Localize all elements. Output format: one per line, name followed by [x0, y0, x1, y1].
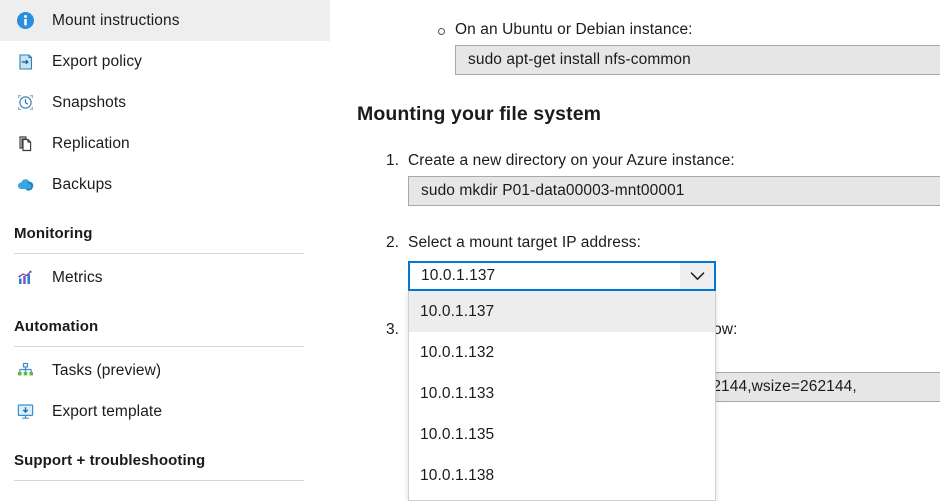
sidebar-item-backups[interactable]: Backups [0, 164, 330, 205]
sidebar-item-label: Replication [52, 135, 130, 153]
snapshot-clock-icon [14, 92, 36, 114]
dropdown-option[interactable]: 10.0.1.135 [409, 414, 715, 455]
sidebar-item-label: Tasks (preview) [52, 362, 161, 380]
sidebar-item-label: Metrics [52, 269, 103, 287]
hollow-bullet-icon [438, 28, 445, 35]
sidebar-section-automation: Automation [0, 304, 330, 340]
combobox-selected-value: 10.0.1.137 [410, 263, 680, 289]
sidebar-section-monitoring: Monitoring [0, 211, 330, 247]
dropdown-option[interactable]: 10.0.1.132 [409, 332, 715, 373]
mount-target-ip-combobox[interactable]: 10.0.1.137 [408, 261, 716, 291]
section-divider [14, 480, 304, 481]
dropdown-option[interactable]: 10.0.1.137 [409, 291, 715, 332]
page-title: Mounting your file system [357, 103, 601, 126]
section-title: Automation [14, 318, 98, 335]
main-content: On an Ubuntu or Debian instance: sudo ap… [330, 0, 940, 501]
step-2-number: 2. [386, 234, 408, 252]
sidebar-item-label: Export policy [52, 53, 142, 71]
backup-cloud-icon [14, 174, 36, 196]
section-divider [14, 346, 304, 347]
section-title: Support + troubleshooting [14, 452, 205, 469]
section-title: Monitoring [14, 225, 92, 242]
sidebar-item-snapshots[interactable]: Snapshots [0, 82, 330, 123]
sidebar: Mount instructions Export policy Snapsho… [0, 0, 330, 501]
sidebar-item-metrics[interactable]: Metrics [0, 257, 330, 298]
step-1-row: 1. Create a new directory on your Azure … [386, 152, 735, 170]
step-3-number: 3. [386, 321, 408, 339]
sidebar-item-mount-instructions[interactable]: Mount instructions [0, 0, 330, 41]
sidebar-item-export-policy[interactable]: Export policy [0, 41, 330, 82]
dropdown-option[interactable]: 10.0.1.138 [409, 455, 715, 496]
chevron-down-icon[interactable] [680, 263, 714, 289]
metrics-chart-icon [14, 267, 36, 289]
step-2-row: 2. Select a mount target IP address: [386, 234, 641, 252]
mount-target-ip-dropdown-list[interactable]: 10.0.1.137 10.0.1.132 10.0.1.133 10.0.1.… [408, 291, 716, 501]
replication-pages-icon [14, 133, 36, 155]
sidebar-item-label: Mount instructions [52, 12, 180, 30]
export-policy-icon [14, 51, 36, 73]
dropdown-option[interactable]: 10.0.1.133 [409, 373, 715, 414]
sidebar-item-label: Export template [52, 403, 162, 421]
step-1-label: Create a new directory on your Azure ins… [408, 152, 735, 170]
sidebar-item-replication[interactable]: Replication [0, 123, 330, 164]
ubuntu-bullet-row: On an Ubuntu or Debian instance: [438, 21, 693, 39]
step-2-label: Select a mount target IP address: [408, 234, 641, 252]
export-template-icon [14, 401, 36, 423]
sidebar-item-export-template[interactable]: Export template [0, 391, 330, 432]
sidebar-section-support: Support + troubleshooting [0, 438, 330, 474]
mkdir-command-box[interactable]: sudo mkdir P01-data00003-mnt00001 [408, 176, 940, 206]
ubuntu-instruction-label: On an Ubuntu or Debian instance: [455, 21, 693, 39]
step-1-number: 1. [386, 152, 408, 170]
sidebar-item-label: Backups [52, 176, 112, 194]
tasks-hierarchy-icon [14, 360, 36, 382]
info-circle-icon [14, 10, 36, 32]
section-divider [14, 253, 304, 254]
apt-install-command-box[interactable]: sudo apt-get install nfs-common [455, 45, 940, 75]
sidebar-item-label: Snapshots [52, 94, 126, 112]
sidebar-item-tasks[interactable]: Tasks (preview) [0, 350, 330, 391]
